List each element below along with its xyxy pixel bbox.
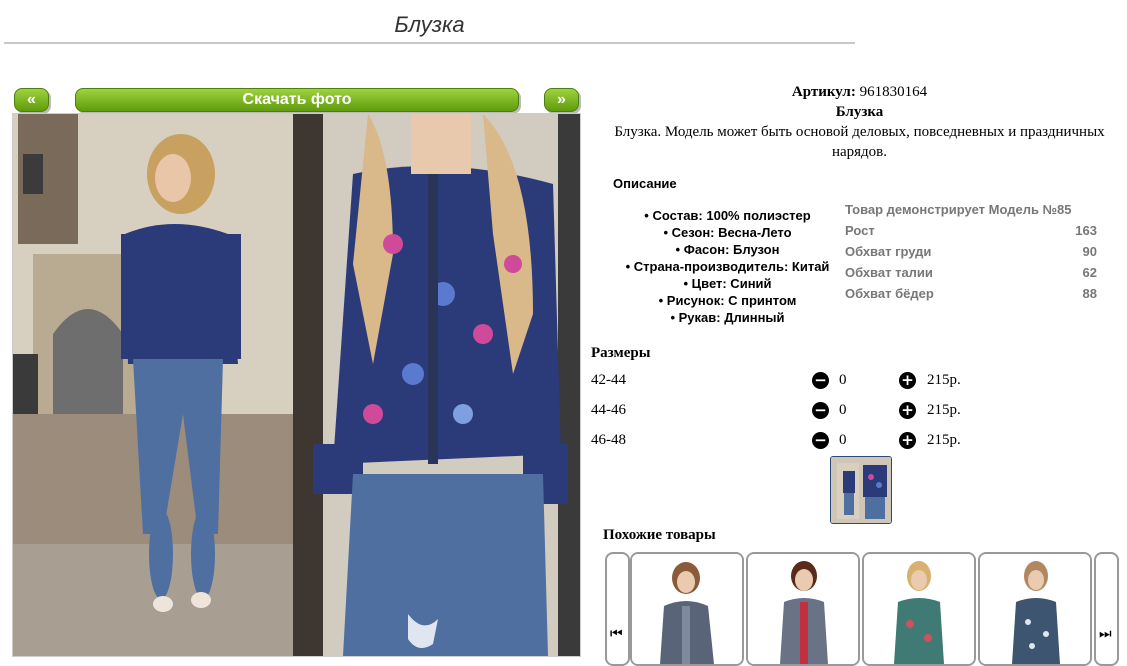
quantity-value: 0 — [839, 432, 847, 448]
feature-item: • Цвет: Синий — [683, 276, 772, 291]
size-row: 44-46 − 0 + 215р. — [591, 400, 991, 422]
product-description-line1: Блузка. Модель может быть основой деловы… — [614, 124, 1105, 140]
carousel-next-button[interactable]: ⏭ — [1094, 552, 1119, 666]
minus-icon[interactable]: − — [812, 432, 829, 449]
page-title: Блузка — [394, 12, 465, 37]
measurement-row: Обхват талии 62 — [845, 265, 1097, 280]
similar-product-card[interactable] — [978, 552, 1092, 666]
title-divider — [4, 42, 855, 44]
size-label: 46-48 — [591, 432, 626, 448]
prev-photo-button[interactable]: « — [14, 88, 49, 112]
quantity-value: 0 — [839, 402, 847, 418]
skip-right-icon: ⏭ — [1099, 626, 1112, 642]
similar-product-image — [632, 554, 742, 664]
feature-list: • Состав: 100% полиэстер • Сезон: Весна-… — [610, 207, 845, 326]
next-photo-button[interactable]: » — [544, 88, 579, 112]
feature-item: • Страна-производитель: Китай — [625, 259, 830, 274]
plus-icon[interactable]: + — [899, 372, 916, 389]
description-title: Описание — [613, 176, 677, 191]
carousel-prev-button[interactable]: ⏮ — [605, 552, 630, 666]
model-measurements: Товар демонстрирует Модель №85 Рост 163 О… — [845, 200, 1097, 305]
similar-product-card[interactable] — [746, 552, 860, 666]
measurement-row: Товар демонстрирует Модель №85 — [845, 202, 1072, 217]
size-row: 46-48 − 0 + 215р. — [591, 430, 991, 452]
article-line: Артикул: 961830164 — [592, 82, 1127, 102]
article-value: 961830164 — [859, 84, 928, 100]
skip-left-icon: ⏮ — [610, 626, 623, 642]
feature-item: • Сезон: Весна-Лето — [663, 225, 792, 240]
plus-icon[interactable]: + — [899, 432, 916, 449]
size-label: 44-46 — [591, 402, 626, 418]
similar-product-image — [980, 554, 1090, 664]
article-label: Артикул: — [791, 84, 856, 100]
product-photo-image — [13, 114, 580, 656]
similar-product-card[interactable] — [862, 552, 976, 666]
size-price: 215р. — [927, 432, 961, 448]
download-photo-button[interactable]: Скачать фото — [75, 88, 519, 112]
quantity-value: 0 — [839, 372, 847, 388]
thumbnail-image — [831, 457, 891, 523]
product-name: Блузка — [835, 104, 884, 120]
feature-item: • Рисунок: С принтом — [658, 293, 797, 308]
minus-icon[interactable]: − — [812, 402, 829, 419]
product-description-line2: нарядов. — [831, 144, 888, 160]
measurement-row: Обхват бёдер 88 — [845, 286, 1097, 301]
similar-title: Похожие товары — [603, 527, 716, 543]
feature-item: • Состав: 100% полиэстер — [644, 208, 811, 223]
feature-item: • Фасон: Блузон — [675, 242, 780, 257]
measurement-row: Обхват груди 90 — [845, 244, 1097, 259]
minus-icon[interactable]: − — [812, 372, 829, 389]
size-price: 215р. — [927, 372, 961, 388]
plus-icon[interactable]: + — [899, 402, 916, 419]
similar-product-card[interactable] — [630, 552, 744, 666]
product-info: Артикул: 961830164 Блузка Блузка. Модель… — [592, 82, 1127, 162]
size-price: 215р. — [927, 402, 961, 418]
sizes-title: Размеры — [591, 345, 651, 361]
similar-product-image — [748, 554, 858, 664]
measurement-row: Рост 163 — [845, 223, 1097, 238]
feature-item: • Рукав: Длинный — [670, 310, 785, 325]
product-photo — [12, 113, 581, 657]
photo-thumbnail[interactable] — [830, 456, 892, 524]
size-label: 42-44 — [591, 372, 626, 388]
similar-product-image — [864, 554, 974, 664]
size-row: 42-44 − 0 + 215р. — [591, 370, 991, 392]
